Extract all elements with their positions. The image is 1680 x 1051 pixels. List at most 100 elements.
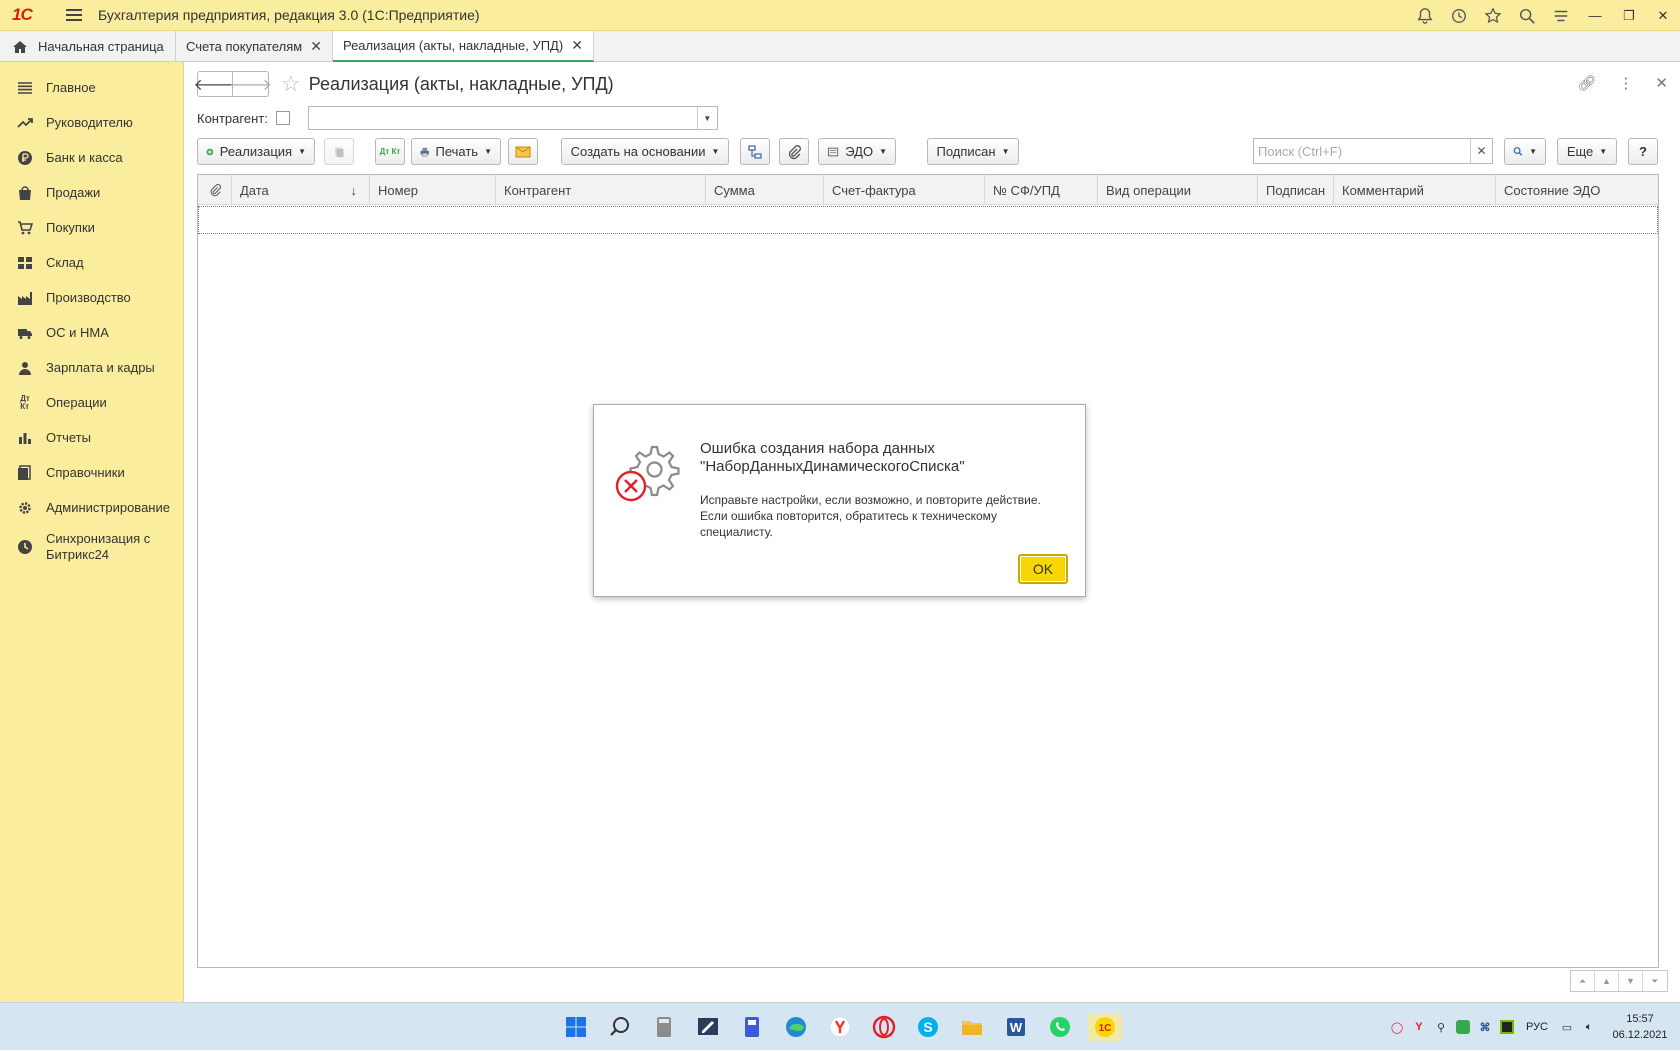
column-invoice-number[interactable]: № СФ/УПД [985, 175, 1098, 205]
taskbar-clock[interactable]: 15:57 06.12.2021 [1600, 1011, 1680, 1043]
search-options-button[interactable]: ▼ [1504, 138, 1546, 165]
favorites-star-icon[interactable] [1476, 0, 1510, 31]
sidebar-item-directories[interactable]: Справочники [0, 455, 183, 490]
close-tab-icon[interactable]: ✕ [310, 38, 322, 55]
word-app-icon[interactable]: W [1002, 1013, 1030, 1041]
volume-icon[interactable]: 🔈︎ [1578, 1016, 1600, 1038]
link-icon[interactable]: 🔗︎ [1577, 74, 1596, 92]
sidebar-item-payroll[interactable]: Зарплата и кадры [0, 350, 183, 385]
scroll-down-icon[interactable]: ▼ [1619, 971, 1643, 991]
close-tab-icon[interactable]: ✕ [571, 37, 583, 54]
back-button[interactable]: 🡐 [194, 71, 236, 97]
sidebar-item-label: Склад [46, 255, 84, 270]
sidebar-item-reports[interactable]: Отчеты [0, 420, 183, 455]
1c-logo[interactable]: 1С [12, 5, 44, 25]
sidebar-item-bank[interactable]: Банк и касса [0, 140, 183, 175]
editor-app-icon[interactable] [694, 1013, 722, 1041]
tab-home[interactable]: Начальная страница [0, 31, 176, 62]
settings-menu-icon[interactable] [1544, 0, 1578, 31]
app-tray-icon[interactable]: ⌘ [1474, 1016, 1496, 1038]
1c-app-icon[interactable]: 1С [1088, 1013, 1122, 1041]
sidebar-item-operations[interactable]: Дт Кт Операции [0, 385, 183, 420]
attach-file-button[interactable] [779, 138, 809, 165]
security-tray-icon[interactable] [1452, 1016, 1474, 1038]
copy-button[interactable] [324, 138, 354, 165]
main-menu-icon[interactable] [66, 9, 82, 21]
help-button[interactable]: ? [1628, 138, 1658, 165]
bell-icon[interactable] [1408, 0, 1442, 31]
search-input[interactable]: Поиск (Ctrl+F) ✕ [1253, 138, 1493, 164]
opera-browser-icon[interactable] [870, 1013, 898, 1041]
chevron-down-icon[interactable]: ▼ [696, 107, 717, 129]
dt-kt-button[interactable]: Дт Кт [375, 138, 405, 165]
scroll-up-icon[interactable]: ▲ [1595, 971, 1619, 991]
file-explorer-icon[interactable] [958, 1013, 986, 1041]
history-icon[interactable] [1442, 0, 1476, 31]
column-comment[interactable]: Комментарий [1334, 175, 1496, 205]
start-button[interactable] [562, 1013, 590, 1041]
clear-search-icon[interactable]: ✕ [1470, 139, 1492, 163]
storage-app-icon[interactable] [738, 1013, 766, 1041]
column-label: Комментарий [1342, 182, 1424, 198]
sidebar-item-main[interactable]: Главное [0, 70, 183, 105]
counterparty-field[interactable]: ▼ [307, 106, 718, 130]
sidebar-item-purchases[interactable]: Покупки [0, 210, 183, 245]
opera-tray-icon[interactable]: ◯ [1386, 1016, 1408, 1038]
scroll-to-top-icon[interactable]: ⏶ [1571, 971, 1595, 991]
dt-kt-icon: Дт Кт [379, 146, 401, 156]
display-tray-icon[interactable]: ▭ [1556, 1016, 1578, 1038]
search-icon[interactable] [1510, 0, 1544, 31]
tab-sales[interactable]: Реализация (акты, накладные, УПД) ✕ [332, 31, 594, 62]
close-icon[interactable]: ✕ [1646, 0, 1680, 31]
sidebar-item-bitrix-sync[interactable]: Синхронизация с Битрикс24 [0, 525, 183, 569]
button-label: Подписан [936, 144, 996, 159]
restore-icon[interactable]: ❐ [1612, 0, 1646, 31]
more-button[interactable]: Еще ▼ [1557, 138, 1617, 165]
create-sale-button[interactable]: Реализация ▼ [197, 138, 315, 165]
column-signed[interactable]: Подписан [1258, 175, 1334, 205]
ok-button[interactable]: OK [1018, 554, 1068, 584]
filter-checkbox[interactable] [275, 111, 290, 125]
yandex-tray-icon[interactable]: Y [1408, 1016, 1430, 1038]
column-operation-type[interactable]: Вид операции [1098, 175, 1258, 205]
send-email-button[interactable] [508, 138, 538, 165]
add-to-favorites-icon[interactable]: ☆ [281, 71, 301, 97]
signed-filter-button[interactable]: Подписан ▼ [927, 138, 1019, 165]
column-number[interactable]: Номер [370, 175, 496, 205]
column-label: Состояние ЭДО [1504, 182, 1601, 198]
sidebar-item-production[interactable]: Производство [0, 280, 183, 315]
edge-browser-icon[interactable] [782, 1013, 810, 1041]
scroll-to-bottom-icon[interactable]: ⏷ [1643, 971, 1667, 991]
forward-button[interactable]: 🡒 [229, 71, 272, 97]
sidebar-item-manager[interactable]: Руководителю [0, 105, 183, 140]
whatsapp-app-icon[interactable] [1046, 1013, 1074, 1041]
yandex-browser-icon[interactable] [826, 1013, 854, 1041]
tab-customer-invoices[interactable]: Счета покупателям ✕ [176, 31, 333, 62]
skype-app-icon[interactable]: S [914, 1013, 942, 1041]
network-tray-icon[interactable]: ⚲ [1430, 1016, 1452, 1038]
column-invoice[interactable]: Счет-фактура [824, 175, 985, 205]
edo-button[interactable]: ЭДО ▼ [818, 138, 896, 165]
column-edo-state[interactable]: Состояние ЭДО [1496, 175, 1658, 205]
structure-button[interactable] [740, 138, 770, 165]
column-amount[interactable]: Сумма [706, 175, 824, 205]
print-button[interactable]: Печать ▼ [411, 138, 501, 165]
error-dialog: Ошибка создания набора данных "НаборДанн… [593, 404, 1086, 597]
table-row[interactable] [198, 206, 1658, 234]
sidebar-item-warehouse[interactable]: Склад [0, 245, 183, 280]
envelope-icon [515, 146, 531, 157]
sidebar-item-sales[interactable]: Продажи [0, 175, 183, 210]
nvidia-tray-icon[interactable] [1496, 1016, 1518, 1038]
create-based-on-button[interactable]: Создать на основании ▼ [561, 138, 729, 165]
column-date[interactable]: Дата ↓ [232, 175, 370, 205]
minimize-icon[interactable]: — [1578, 0, 1612, 31]
input-language[interactable]: РУС [1526, 1021, 1548, 1033]
close-form-icon[interactable]: ✕ [1655, 74, 1668, 92]
taskbar-search-icon[interactable] [606, 1013, 634, 1041]
more-actions-icon[interactable]: ⋮ [1618, 74, 1633, 92]
sidebar-item-fixed-assets[interactable]: ОС и НМА [0, 315, 183, 350]
column-counterparty[interactable]: Контрагент [496, 175, 706, 205]
calculator-app-icon[interactable] [650, 1013, 678, 1041]
attachment-column[interactable] [198, 175, 232, 205]
sidebar-item-administration[interactable]: Администрирование [0, 490, 183, 525]
